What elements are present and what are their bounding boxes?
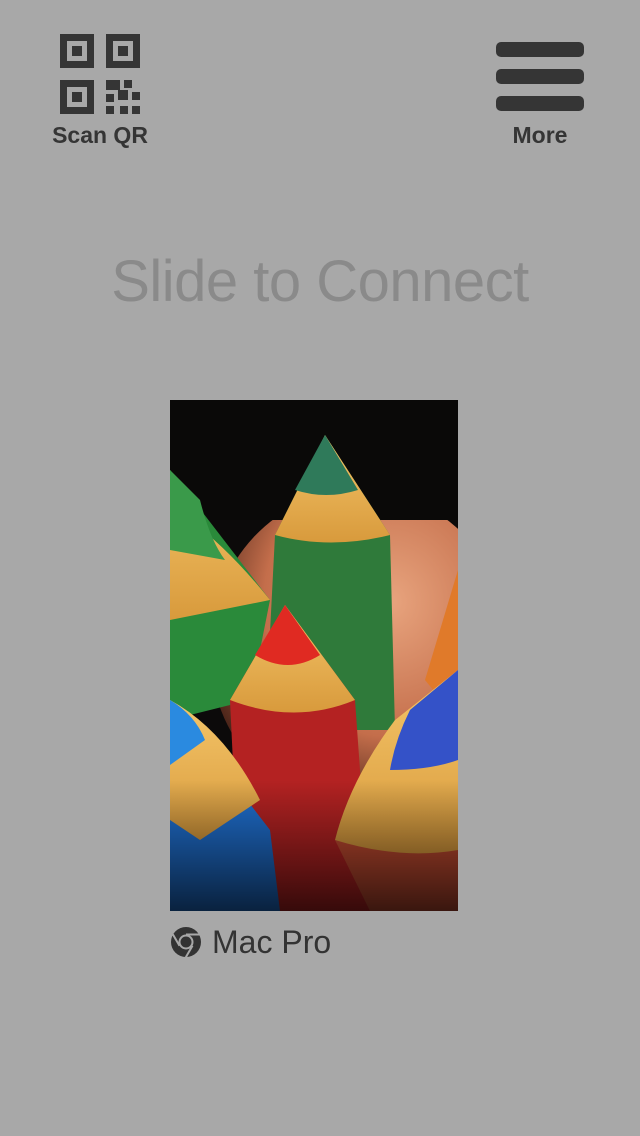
device-label-row: Mac Pro xyxy=(170,922,331,962)
scan-qr-label: Scan QR xyxy=(52,122,148,148)
device-name: Mac Pro xyxy=(212,923,332,960)
hamburger-menu-icon xyxy=(496,42,584,111)
device-wallpaper-thumbnail xyxy=(170,400,458,911)
more-label: More xyxy=(512,122,568,148)
slide-to-connect-title: Slide to Connect xyxy=(111,249,529,314)
qr-code-icon xyxy=(60,34,140,114)
chrome-icon xyxy=(171,927,201,958)
scan-qr-button[interactable]: Scan QR xyxy=(40,30,160,160)
more-button[interactable]: More xyxy=(480,30,600,160)
device-card[interactable] xyxy=(170,400,458,911)
